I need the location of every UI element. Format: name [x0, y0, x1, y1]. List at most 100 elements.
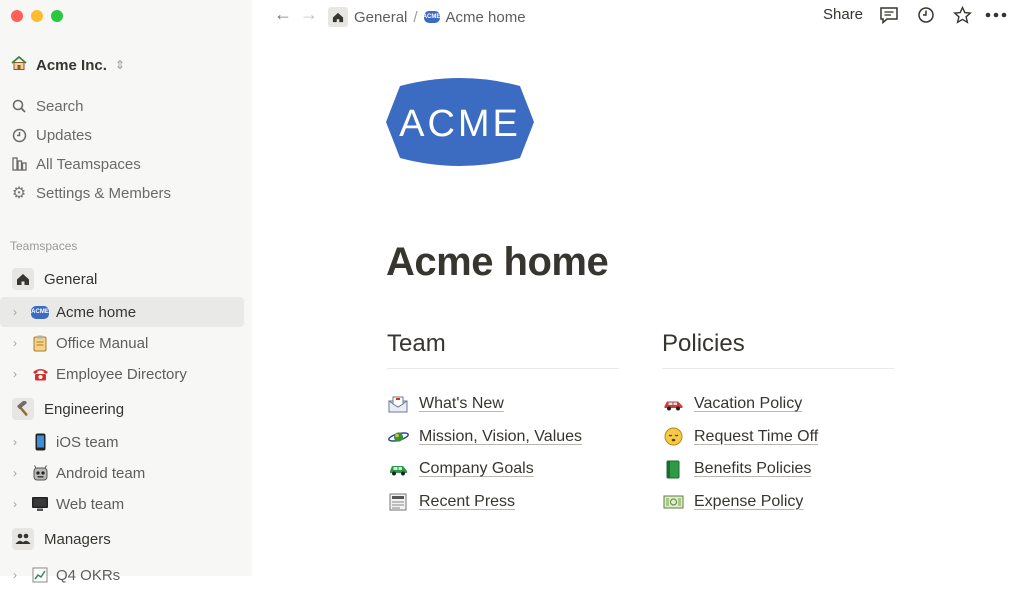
teamspaces-section-label: Teamspaces	[10, 239, 78, 253]
teamspace-engineering[interactable]: Engineering	[12, 396, 124, 422]
search-icon	[10, 99, 28, 113]
link-text[interactable]: Recent Press	[419, 493, 515, 511]
policies-column: Policies	[662, 330, 894, 369]
policies-link-vacation[interactable]: Vacation Policy	[662, 388, 818, 421]
clock-icon	[10, 128, 28, 143]
link-text[interactable]: What's New	[419, 395, 504, 413]
team-column: Team	[387, 330, 619, 369]
link-text[interactable]: Benefits Policies	[694, 460, 811, 478]
sidebar-page-label: Acme home	[56, 303, 137, 321]
team-link-recent-press[interactable]: Recent Press	[387, 486, 582, 519]
sidebar-page-label: Employee Directory	[56, 365, 187, 383]
sidebar-settings-label: Settings & Members	[36, 184, 172, 202]
clipboard-icon	[30, 334, 50, 352]
team-link-mission[interactable]: Mission, Vision, Values	[387, 421, 582, 454]
sidebar-all-teamspaces-label: All Teamspaces	[36, 155, 141, 173]
topbar: ← → General / ACME Acme home Share	[252, 0, 1024, 32]
sidebar-page-android-team[interactable]: › Android team	[0, 458, 244, 488]
sidebar: Acme Inc. ⇕ Search Updates All Teamspace…	[0, 0, 252, 584]
sidebar-search-label: Search	[36, 97, 84, 115]
chevron-right-icon[interactable]: ›	[0, 367, 30, 381]
link-text[interactable]: Mission, Vision, Values	[419, 428, 582, 446]
close-window-button[interactable]	[11, 10, 23, 22]
sidebar-page-acme-home[interactable]: › ACME Acme home	[0, 297, 244, 327]
breadcrumb-separator: /	[413, 8, 418, 26]
envelope-icon	[387, 394, 409, 414]
sidebar-page-label: Android team	[56, 464, 146, 482]
policies-link-benefits[interactable]: Benefits Policies	[662, 453, 818, 486]
breadcrumb: General / ACME Acme home	[328, 7, 526, 27]
teamspace-general[interactable]: General	[12, 266, 97, 292]
chevron-right-icon[interactable]: ›	[0, 305, 30, 319]
gear-icon: ⚙	[11, 185, 27, 202]
sidebar-search[interactable]: Search	[10, 94, 84, 118]
forward-arrow-icon[interactable]: →	[300, 4, 318, 25]
red-car-icon	[662, 394, 684, 414]
planet-icon	[387, 427, 409, 447]
teamspace-general-label: General	[44, 270, 98, 288]
home-icon	[328, 7, 348, 27]
teamspace-managers[interactable]: Managers	[12, 526, 111, 552]
link-text[interactable]: Vacation Policy	[694, 395, 802, 413]
maximize-window-button[interactable]	[51, 10, 63, 22]
policies-link-expense[interactable]: Expense Policy	[662, 486, 818, 519]
breadcrumb-general[interactable]: General	[354, 9, 407, 26]
link-text[interactable]: Request Time Off	[694, 428, 818, 446]
favorite-star-icon[interactable]	[950, 4, 974, 26]
team-heading: Team	[387, 330, 446, 357]
phone-icon	[30, 433, 50, 451]
sidebar-updates[interactable]: Updates	[10, 123, 92, 147]
computer-icon	[30, 495, 50, 513]
chevron-updown-icon: ⇕	[114, 58, 125, 72]
sidebar-settings[interactable]: ⚙ Settings & Members	[10, 181, 171, 205]
house-icon	[10, 54, 28, 76]
share-button[interactable]: Share	[823, 6, 863, 23]
link-text[interactable]: Company Goals	[419, 460, 534, 478]
acme-logo-icon: ACME	[423, 11, 440, 23]
sidebar-all-teamspaces[interactable]: All Teamspaces	[10, 152, 141, 176]
history-clock-icon[interactable]	[914, 4, 938, 26]
sidebar-page-label: Web team	[56, 495, 125, 513]
teamspace-engineering-label: Engineering	[44, 400, 125, 418]
green-book-icon	[662, 459, 684, 479]
people-icon	[12, 528, 34, 550]
sidebar-page-q4-okrs[interactable]: › Q4 OKRs	[0, 560, 244, 590]
more-options-icon[interactable]	[984, 4, 1008, 26]
acme-logo-icon: ACME	[30, 303, 50, 321]
page-title[interactable]: Acme home	[386, 240, 609, 285]
team-link-whats-new[interactable]: What's New	[387, 388, 582, 421]
chevron-right-icon[interactable]: ›	[0, 435, 30, 449]
sidebar-page-web-team[interactable]: › Web team	[0, 489, 244, 519]
robot-icon	[30, 464, 50, 482]
car-icon	[387, 459, 409, 479]
window-controls	[11, 10, 63, 22]
chevron-right-icon[interactable]: ›	[0, 497, 30, 511]
home-icon	[12, 268, 34, 290]
teamspace-managers-label: Managers	[44, 530, 111, 548]
sidebar-page-label: iOS team	[56, 433, 119, 451]
link-text[interactable]: Expense Policy	[694, 493, 803, 511]
sidebar-page-office-manual[interactable]: › Office Manual	[0, 328, 244, 358]
sidebar-page-ios-team[interactable]: › iOS team	[0, 427, 244, 457]
team-link-company-goals[interactable]: Company Goals	[387, 453, 582, 486]
team-links: What's New Mission, Vision, Values Compa…	[387, 388, 582, 518]
policies-heading: Policies	[662, 330, 745, 357]
team-divider	[387, 368, 619, 369]
sidebar-page-label: Office Manual	[56, 334, 149, 352]
acme-logo: ACME	[384, 72, 536, 172]
newspaper-icon	[387, 492, 409, 512]
sidebar-page-employee-directory[interactable]: › Employee Directory	[0, 359, 244, 389]
policies-links: Vacation Policy Request Time Off Benefit…	[662, 388, 818, 518]
chart-icon	[30, 566, 50, 584]
chevron-right-icon[interactable]: ›	[0, 336, 30, 350]
back-arrow-icon[interactable]: ←	[274, 4, 292, 25]
workspace-switcher[interactable]: Acme Inc. ⇕	[10, 54, 125, 76]
comment-icon[interactable]	[877, 4, 901, 26]
minimize-window-button[interactable]	[31, 10, 43, 22]
policies-link-request-time-off[interactable]: Request Time Off	[662, 421, 818, 454]
chevron-right-icon[interactable]: ›	[0, 466, 30, 480]
logo-text: ACME	[399, 103, 521, 145]
hammer-icon	[12, 398, 34, 420]
breadcrumb-current[interactable]: Acme home	[446, 9, 526, 26]
chevron-right-icon[interactable]: ›	[0, 568, 30, 582]
